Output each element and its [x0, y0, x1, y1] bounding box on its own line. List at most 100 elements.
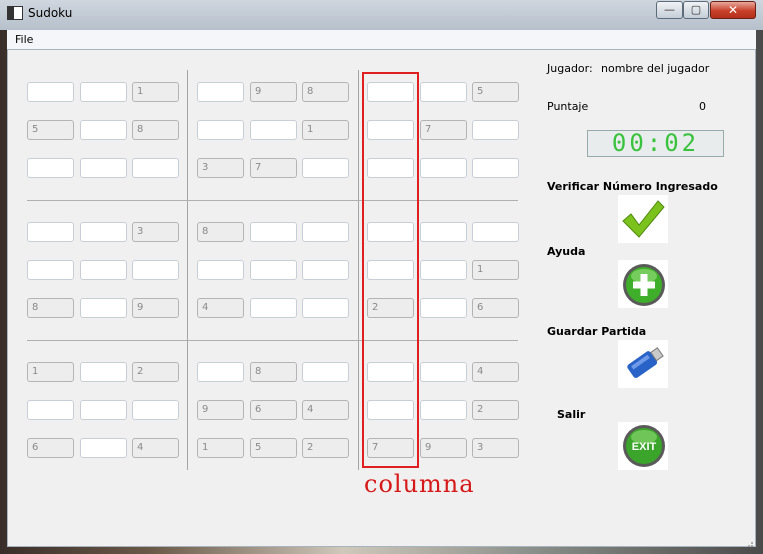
input-cell[interactable] — [132, 158, 179, 178]
player-label: Jugador: — [547, 62, 593, 75]
close-button[interactable]: ✕ — [710, 1, 756, 19]
input-cell[interactable] — [27, 400, 74, 420]
given-cell: 3 — [197, 158, 244, 178]
input-cell[interactable] — [80, 82, 127, 102]
given-cell: 9 — [420, 438, 467, 458]
given-cell: 2 — [302, 438, 349, 458]
input-cell[interactable] — [302, 158, 349, 178]
column-annotation-text: columna — [364, 470, 475, 498]
given-cell: 9 — [250, 82, 297, 102]
input-cell[interactable] — [197, 120, 244, 140]
given-cell: 4 — [302, 400, 349, 420]
exit-icon[interactable]: EXIT — [618, 422, 668, 470]
input-cell[interactable] — [197, 82, 244, 102]
input-cell[interactable] — [420, 222, 467, 242]
given-cell: 3 — [472, 438, 519, 458]
given-cell: 8 — [132, 120, 179, 140]
given-cell: 4 — [132, 438, 179, 458]
input-cell[interactable] — [80, 120, 127, 140]
given-cell: 5 — [27, 120, 74, 140]
input-cell[interactable] — [197, 260, 244, 280]
svg-text:EXIT: EXIT — [632, 441, 657, 453]
given-cell: 8 — [250, 362, 297, 382]
maximize-button[interactable]: ▢ — [683, 1, 709, 19]
input-cell[interactable] — [250, 222, 297, 242]
input-cell[interactable] — [420, 158, 467, 178]
help-label: Ayuda — [547, 245, 586, 258]
given-cell: 6 — [27, 438, 74, 458]
given-cell: 1 — [302, 120, 349, 140]
checkmark-icon[interactable] — [618, 195, 668, 243]
input-cell[interactable] — [27, 260, 74, 280]
score-label: Puntaje — [547, 100, 589, 113]
given-cell: 8 — [27, 298, 74, 318]
input-cell[interactable] — [302, 362, 349, 382]
menu-file[interactable]: File — [15, 33, 33, 46]
given-cell: 8 — [197, 222, 244, 242]
column-highlight-box — [362, 72, 419, 468]
input-cell[interactable] — [80, 158, 127, 178]
timer-display: 00:02 — [587, 130, 724, 157]
given-cell: 6 — [250, 400, 297, 420]
given-cell: 9 — [132, 298, 179, 318]
given-cell: 3 — [132, 222, 179, 242]
input-cell[interactable] — [420, 362, 467, 382]
input-cell[interactable] — [302, 298, 349, 318]
given-cell: 1 — [132, 82, 179, 102]
plus-icon[interactable] — [618, 260, 668, 308]
input-cell[interactable] — [27, 158, 74, 178]
minimize-button[interactable]: — — [656, 1, 683, 19]
given-cell: 4 — [197, 298, 244, 318]
input-cell[interactable] — [420, 82, 467, 102]
given-cell: 7 — [420, 120, 467, 140]
input-cell[interactable] — [197, 362, 244, 382]
input-cell[interactable] — [132, 260, 179, 280]
player-name: nombre del jugador — [601, 62, 710, 75]
window-title: Sudoku — [28, 6, 73, 20]
given-cell: 7 — [250, 158, 297, 178]
input-cell[interactable] — [472, 120, 519, 140]
input-cell[interactable] — [132, 400, 179, 420]
input-cell[interactable] — [420, 260, 467, 280]
usb-drive-icon[interactable] — [618, 340, 668, 388]
given-cell: 6 — [472, 298, 519, 318]
exit-label: Salir — [557, 408, 586, 421]
input-cell[interactable] — [250, 298, 297, 318]
input-cell[interactable] — [27, 82, 74, 102]
input-cell[interactable] — [420, 400, 467, 420]
score-value: 0 — [699, 100, 706, 113]
given-cell: 4 — [472, 362, 519, 382]
input-cell[interactable] — [302, 260, 349, 280]
given-cell: 1 — [472, 260, 519, 280]
given-cell: 5 — [250, 438, 297, 458]
input-cell[interactable] — [472, 222, 519, 242]
input-cell[interactable] — [250, 260, 297, 280]
given-cell: 5 — [472, 82, 519, 102]
input-cell[interactable] — [80, 260, 127, 280]
input-cell[interactable] — [250, 120, 297, 140]
input-cell[interactable] — [420, 298, 467, 318]
given-cell: 2 — [472, 400, 519, 420]
board-divider-vertical — [187, 70, 188, 470]
given-cell: 2 — [132, 362, 179, 382]
given-cell: 1 — [27, 362, 74, 382]
input-cell[interactable] — [80, 362, 127, 382]
title-bar: Sudoku — ▢ ✕ — [0, 0, 763, 30]
given-cell: 8 — [302, 82, 349, 102]
app-icon — [7, 6, 23, 20]
input-cell[interactable] — [80, 438, 127, 458]
resize-grip-icon[interactable] — [744, 538, 754, 548]
input-cell[interactable] — [80, 298, 127, 318]
sudoku-window: Sudoku — ▢ ✕ File 1985581737381894261284… — [0, 0, 763, 554]
input-cell[interactable] — [302, 222, 349, 242]
input-cell[interactable] — [27, 222, 74, 242]
given-cell: 9 — [197, 400, 244, 420]
verify-label: Verificar Número Ingresado — [547, 180, 718, 193]
input-cell[interactable] — [80, 222, 127, 242]
input-cell[interactable] — [472, 158, 519, 178]
given-cell: 1 — [197, 438, 244, 458]
save-label: Guardar Partida — [547, 325, 647, 338]
menu-bar: File — [7, 30, 756, 50]
input-cell[interactable] — [80, 400, 127, 420]
board-divider-horizontal — [27, 200, 518, 201]
